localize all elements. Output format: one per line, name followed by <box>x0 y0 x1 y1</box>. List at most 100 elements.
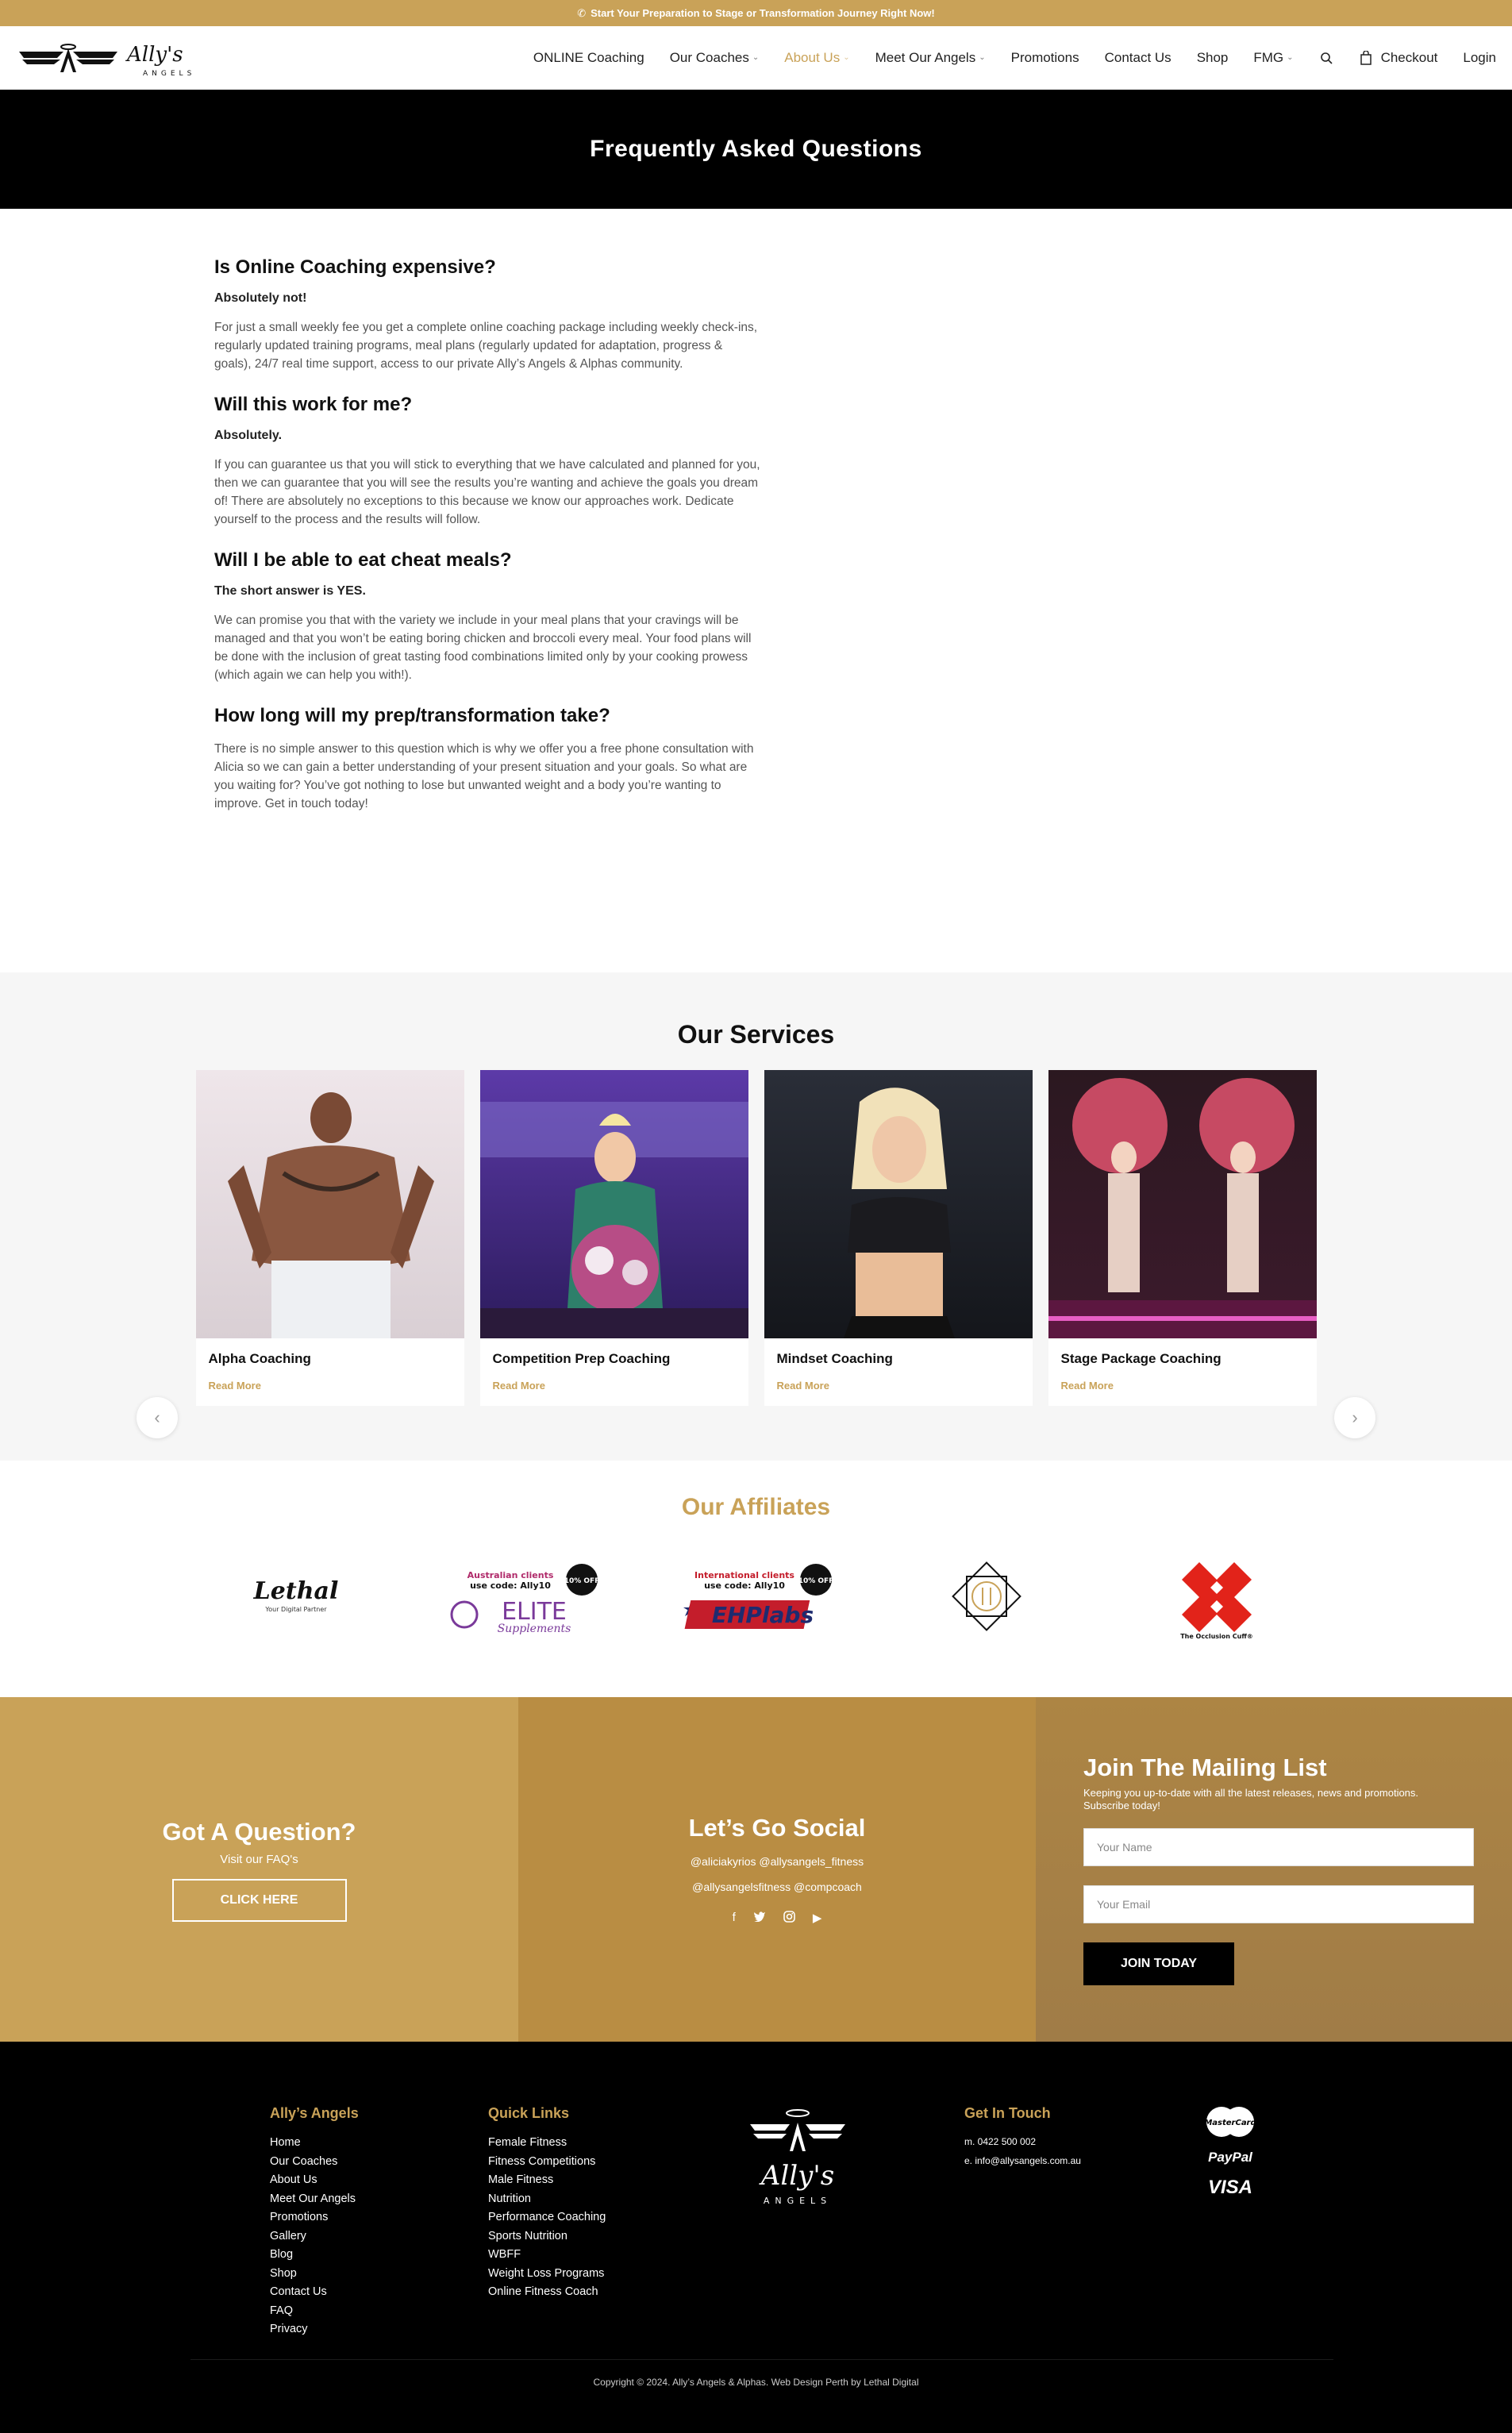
announcement-text[interactable]: Start Your Preparation to Stage or Trans… <box>591 7 935 19</box>
affiliates-section: Our Affiliates Lethal Your Digital Partn… <box>0 1461 1512 1697</box>
footer-heading: Quick Links <box>488 2105 570 2121</box>
svg-text:ANGELS: ANGELS <box>764 2196 832 2206</box>
read-more-link[interactable]: Read More <box>777 1380 1020 1392</box>
service-card[interactable]: Mindset Coaching Read More <box>764 1070 1033 1406</box>
checkout-label: Checkout <box>1380 49 1438 65</box>
service-title: Alpha Coaching <box>208 1351 311 1366</box>
nav-promotions[interactable]: Promotions <box>1011 50 1079 66</box>
footer-link[interactable]: Fitness Competitions <box>488 2155 734 2168</box>
paypal-icon: PayPal <box>1208 2150 1252 2165</box>
site-logo[interactable]: Ally's ANGELS <box>16 34 206 82</box>
angel-wings-logo-icon: Ally's ANGELS <box>750 2109 845 2206</box>
copyright-text: Copyright © 2024. Ally’s Angels & Alphas… <box>593 2377 919 2388</box>
carousel-prev-button[interactable]: ‹ <box>137 1397 178 1438</box>
footer-link[interactable]: Home <box>270 2136 488 2149</box>
name-input[interactable]: Your Name <box>1083 1828 1474 1866</box>
footer-link[interactable]: About Us <box>270 2173 488 2186</box>
footer-link[interactable]: Our Coaches <box>270 2155 488 2168</box>
question-panel: Got A Question? Visit our FAQ's CLICK HE… <box>0 1697 518 2042</box>
affiliate-ehplabs[interactable]: International clients use code: Ally10 1… <box>669 1553 844 1640</box>
social-panel: Let’s Go Social @aliciakyrios @allysange… <box>518 1697 1036 2042</box>
footer-link[interactable]: Male Fitness <box>488 2173 734 2186</box>
footer-link[interactable]: Weight Loss Programs <box>488 2267 734 2280</box>
checkout-link[interactable]: Checkout <box>1359 49 1438 66</box>
read-more-link[interactable]: Read More <box>1061 1380 1304 1392</box>
footer-link[interactable]: Female Fitness <box>488 2136 734 2149</box>
login-link[interactable]: Login <box>1463 50 1496 66</box>
footer-col-quick-links: Quick Links Female Fitness Fitness Compe… <box>488 2105 734 2342</box>
join-today-button[interactable]: JOIN TODAY <box>1083 1942 1234 1985</box>
footer-link[interactable]: Nutrition <box>488 2192 734 2205</box>
footer-link[interactable]: Contact Us <box>270 2285 488 2298</box>
footer-logo[interactable]: Ally's ANGELS <box>734 2105 964 2342</box>
nav-label: Promotions <box>1010 49 1079 65</box>
footer-phone[interactable]: m. 0422 500 002 <box>964 2136 1202 2147</box>
svg-text:use code: Ally10: use code: Ally10 <box>470 1580 551 1591</box>
email-input[interactable]: Your Email <box>1083 1885 1474 1923</box>
service-card[interactable]: Stage Package Coaching Read More <box>1048 1070 1317 1406</box>
click-here-button[interactable]: CLICK HERE <box>171 1878 347 1922</box>
chevron-down-icon: ⌄ <box>979 53 986 62</box>
twitter-icon[interactable] <box>753 1911 766 1926</box>
faq-answer: We can promise you that with the variety… <box>214 614 752 682</box>
read-more-link[interactable]: Read More <box>493 1380 736 1392</box>
nav-label: Contact Us <box>1104 49 1172 65</box>
faq-lead: Absolutely not! <box>214 291 307 305</box>
payment-methods: MasterCard PayPal VISA <box>1202 2105 1258 2342</box>
affiliates-title: Our Affiliates <box>681 1494 831 1520</box>
affiliate-lethal[interactable]: Lethal Your Digital Partner <box>209 1553 383 1640</box>
service-title: Competition Prep Coaching <box>492 1351 671 1366</box>
service-title: Mindset Coaching <box>776 1351 893 1366</box>
nav-our-coaches[interactable]: Our Coaches ⌄ <box>670 50 760 66</box>
service-image[interactable] <box>1048 1070 1317 1338</box>
nav-fmg[interactable]: FMG ⌄ <box>1253 50 1293 66</box>
announcement-bar: ✆ Start Your Preparation to Stage or Tra… <box>0 0 1512 26</box>
service-image[interactable] <box>479 1070 748 1338</box>
affiliate-occlusion-cuff[interactable]: The Occlusion Cuff® <box>1129 1553 1304 1640</box>
facebook-icon[interactable]: f <box>733 1911 736 1926</box>
footer-link[interactable]: Meet Our Angels <box>270 2192 488 2205</box>
nav-contact-us[interactable]: Contact Us <box>1105 50 1172 66</box>
affiliate-diamond-logo[interactable] <box>899 1553 1074 1640</box>
youtube-icon[interactable]: ▶ <box>813 1911 822 1926</box>
footer-heading: Ally’s Angels <box>270 2105 359 2121</box>
footer-link[interactable]: Gallery <box>270 2230 488 2242</box>
mailing-subtitle: Keeping you up-to-date with all the late… <box>1083 1787 1419 1811</box>
nav-about-us[interactable]: About Us ⌄ <box>784 50 849 66</box>
svg-text:Australian clients: Australian clients <box>467 1570 553 1580</box>
faq-item: Will I be able to eat cheat meals? The s… <box>214 549 762 684</box>
faq-question: Will this work for me? <box>214 394 413 415</box>
instagram-icon[interactable] <box>783 1910 795 1926</box>
footer-link[interactable]: Performance Coaching <box>488 2211 734 2223</box>
svg-text:EHPlabs: EHPlabs <box>711 1602 813 1628</box>
footer-link[interactable]: Shop <box>270 2267 488 2280</box>
search-icon[interactable] <box>1319 51 1333 65</box>
faq-question: Is Online Coaching expensive? <box>214 256 496 278</box>
footer-link[interactable]: WBFF <box>488 2248 734 2261</box>
footer-link[interactable]: Online Fitness Coach <box>488 2285 734 2298</box>
service-card[interactable]: Alpha Coaching Read More <box>195 1070 464 1406</box>
site-header: Ally's ANGELS ONLINE Coaching Our Coache… <box>0 26 1512 90</box>
nav-meet-our-angels[interactable]: Meet Our Angels ⌄ <box>875 50 986 66</box>
footer-link[interactable]: Promotions <box>270 2211 488 2223</box>
nav-label: Shop <box>1196 49 1229 65</box>
footer-link[interactable]: Blog <box>270 2248 488 2261</box>
mailing-panel: Join The Mailing List Keeping you up-to-… <box>1036 1697 1512 2042</box>
carousel-next-button[interactable]: › <box>1334 1397 1375 1438</box>
services-section: Our Services ‹ › Alpha Coaching Read Mor… <box>0 972 1512 1461</box>
footer-link[interactable]: Sports Nutrition <box>488 2230 734 2242</box>
footer-email[interactable]: e. info@allysangels.com.au <box>964 2155 1202 2166</box>
footer-link[interactable]: Privacy <box>270 2323 488 2335</box>
service-card[interactable]: Competition Prep Coaching Read More <box>479 1070 748 1406</box>
nav-online-coaching[interactable]: ONLINE Coaching <box>533 50 644 66</box>
footer-link[interactable]: FAQ <box>270 2304 488 2317</box>
affiliate-elite-supplements[interactable]: Australian clients use code: Ally10 10% … <box>439 1553 614 1640</box>
service-image[interactable] <box>764 1070 1033 1338</box>
login-label: Login <box>1463 49 1496 65</box>
read-more-link[interactable]: Read More <box>209 1380 452 1392</box>
svg-text:International clients: International clients <box>694 1570 794 1580</box>
cta-band: Got A Question? Visit our FAQ's CLICK HE… <box>0 1697 1512 2042</box>
service-image[interactable] <box>195 1070 464 1338</box>
chevron-down-icon: ⌄ <box>1287 53 1294 62</box>
nav-shop[interactable]: Shop <box>1197 50 1229 66</box>
